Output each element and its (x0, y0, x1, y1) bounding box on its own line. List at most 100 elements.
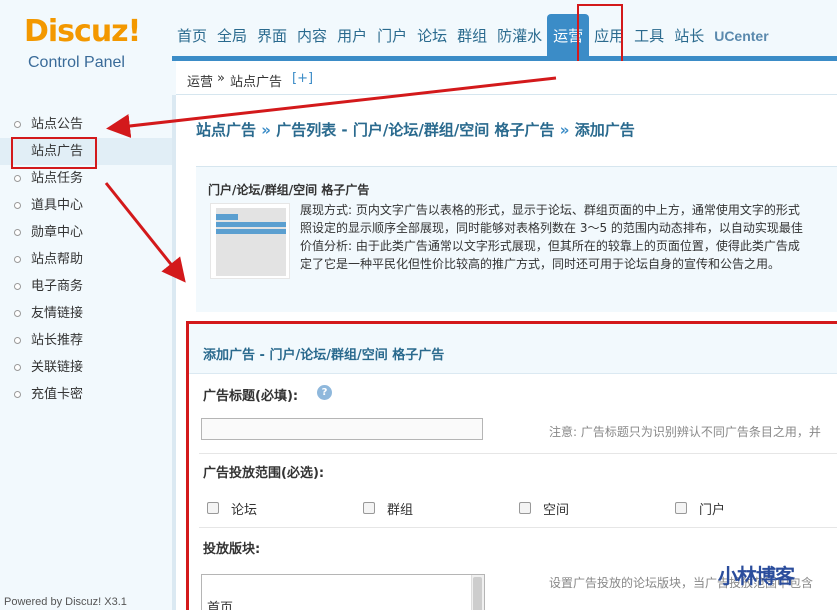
logo-main: Discuz! (24, 14, 141, 49)
checkbox[interactable] (675, 502, 687, 514)
ad-scope-label: 广告投放范围(必选): (203, 466, 325, 481)
title-list-link[interactable]: 广告列表 - 门户/论坛/群组/空间 格子广告 (276, 121, 554, 139)
nav-tools[interactable]: 工具 (629, 14, 669, 58)
sidebar: 站点公告 站点广告 站点任务 道具中心 勋章中心 站点帮助 电子商务 友情链接 … (0, 95, 172, 610)
nav-style[interactable]: 界面 (252, 14, 292, 58)
checkbox-label: 论坛 (231, 502, 258, 518)
logo[interactable]: Discuz! Control Panel (0, 0, 172, 95)
checkbox[interactable] (207, 502, 219, 514)
breadcrumb-add-link[interactable]: [+] (292, 71, 313, 86)
scope-forum-checkbox[interactable]: 论坛 (207, 500, 258, 518)
bullet-icon (14, 256, 21, 263)
sidebar-item-ecommerce[interactable]: 电子商务 (0, 273, 172, 300)
thumb-row (216, 229, 286, 234)
main-content: 站点广告 » 广告列表 - 门户/论坛/群组/空间 格子广告 » 添加广告 门户… (176, 96, 837, 610)
bullet-icon (14, 337, 21, 344)
help-icon[interactable]: ? (317, 385, 332, 400)
sidebar-item-help[interactable]: 站点帮助 (0, 246, 172, 273)
scrollbar-thumb[interactable] (473, 577, 482, 610)
sidebar-item-label: 道具中心 (31, 198, 84, 213)
sidebar-item-medals[interactable]: 勋章中心 (0, 219, 172, 246)
sidebar-item-magic[interactable]: 道具中心 (0, 192, 172, 219)
desc-line: 价值分析: 由于此类广告通常以文字形式展现，但其所在的较靠上的页面位置，使得此类… (300, 239, 800, 253)
form-header: 添加广告 - 门户/论坛/群组/空间 格子广告 (189, 324, 837, 374)
form-title: 添加广告 - 门户/论坛/群组/空间 格子广告 (203, 348, 445, 363)
bullet-icon (14, 202, 21, 209)
desc-line: 定了它是一种平民化但性价比较高的推广方式，同时还可用于论坛自身的宣传和公告之用。 (300, 257, 781, 271)
nav-content[interactable]: 内容 (292, 14, 332, 58)
bullet-icon (14, 229, 21, 236)
forum-label: 投放版块: (203, 542, 261, 557)
sidebar-item-friendlinks[interactable]: 友情链接 (0, 300, 172, 327)
sidebar-item-relatedlinks[interactable]: 关联链接 (0, 354, 172, 381)
sidebar-item-announcement[interactable]: 站点公告 (0, 111, 172, 138)
checkbox[interactable] (519, 502, 531, 514)
title-sep: » (261, 121, 271, 139)
breadcrumb-sep: » (217, 71, 225, 86)
desc-text: 展现方式: 页内文字广告以表格的形式，显示于论坛、群组页面的中上方，通常使用文字… (300, 201, 837, 273)
page-title: 站点广告 » 广告列表 - 门户/论坛/群组/空间 格子广告 » 添加广告 (196, 119, 635, 140)
sidebar-item-label: 站点帮助 (31, 252, 84, 267)
checkbox-label: 群组 (387, 502, 414, 518)
scope-space-checkbox[interactable]: 空间 (519, 500, 570, 518)
divider (199, 453, 837, 454)
breadcrumb-section[interactable]: 运营 (187, 71, 213, 90)
checkbox[interactable] (363, 502, 375, 514)
ad-title-hint: 注意: 广告标题只为识别辨认不同广告条目之用，并 (549, 425, 821, 439)
title-ads-link[interactable]: 站点广告 (196, 121, 256, 139)
checkbox-label: 门户 (699, 502, 726, 518)
forum-select[interactable]: 首页 (201, 574, 485, 610)
powered-by: Powered by Discuz! X3.1 (4, 596, 127, 608)
divider (199, 527, 837, 528)
sidebar-item-label: 友情链接 (31, 306, 84, 321)
bullet-icon (14, 310, 21, 317)
top-nav: 首页 全局 界面 内容 用户 门户 论坛 群组 防灌水 运营 应用 工具 站长 … (172, 14, 774, 58)
forum-option[interactable]: 首页 (207, 597, 233, 610)
nav-user[interactable]: 用户 (332, 14, 372, 58)
nav-forum[interactable]: 论坛 (412, 14, 452, 58)
sidebar-item-label: 电子商务 (31, 279, 84, 294)
sidebar-item-tasks[interactable]: 站点任务 (0, 165, 172, 192)
sidebar-item-label: 充值卡密 (31, 387, 84, 402)
nav-safe[interactable]: 防灌水 (492, 14, 547, 58)
desc-line: 照设定的显示顺序全部展现，同时能够对表格列数在 3～5 的范围内动态排布，以自动… (300, 221, 803, 235)
thumb-row (216, 222, 286, 227)
nav-home[interactable]: 首页 (172, 14, 212, 58)
scope-group-checkbox[interactable]: 群组 (363, 500, 414, 518)
bullet-icon (14, 175, 21, 182)
bullet-icon (14, 121, 21, 128)
sidebar-item-cardpass[interactable]: 充值卡密 (0, 381, 172, 408)
sidebar-item-label: 站长推荐 (31, 333, 84, 348)
bullet-icon (14, 364, 21, 371)
nav-highlight-box (577, 4, 623, 68)
desc-line: 展现方式: 页内文字广告以表格的形式，显示于论坛、群组页面的中上方，通常使用文字… (300, 203, 800, 217)
nav-global[interactable]: 全局 (212, 14, 252, 58)
ad-title-input[interactable] (201, 418, 483, 440)
breadcrumb: 运营 » 站点广告 [+] (176, 61, 837, 95)
sidebar-item-label: 站点任务 (31, 171, 84, 186)
watermark: 小林博客 (718, 564, 795, 588)
nav-ucenter[interactable]: UCenter (709, 14, 773, 58)
nav-portal[interactable]: 门户 (372, 14, 412, 58)
sidebar-item-recommend[interactable]: 站长推荐 (0, 327, 172, 354)
nav-group[interactable]: 群组 (452, 14, 492, 58)
checkbox-label: 空间 (543, 502, 570, 518)
ad-title-label: 广告标题(必填): (203, 389, 299, 404)
ad-description: 门户/论坛/群组/空间 格子广告 展现方式: 页内文字广告以表格的形式，显示于论… (196, 166, 837, 312)
sidebar-item-label: 勋章中心 (31, 225, 84, 240)
logo-sub: Control Panel (28, 54, 125, 71)
ad-preview-thumbnail (210, 203, 290, 279)
sidebar-item-label: 关联链接 (31, 360, 84, 375)
scope-portal-checkbox[interactable]: 门户 (675, 500, 726, 518)
bullet-icon (14, 391, 21, 398)
title-sep: » (559, 121, 570, 139)
title-add: 添加广告 (574, 121, 635, 139)
breadcrumb-page: 站点广告 (230, 75, 283, 90)
nav-founder[interactable]: 站长 (669, 14, 709, 58)
bullet-icon (14, 283, 21, 290)
scrollbar[interactable] (471, 575, 484, 610)
sidebar-highlight-box (11, 137, 97, 169)
desc-title: 门户/论坛/群组/空间 格子广告 (208, 183, 370, 197)
sidebar-item-label: 站点公告 (31, 117, 84, 132)
thumb-cell (216, 214, 238, 220)
